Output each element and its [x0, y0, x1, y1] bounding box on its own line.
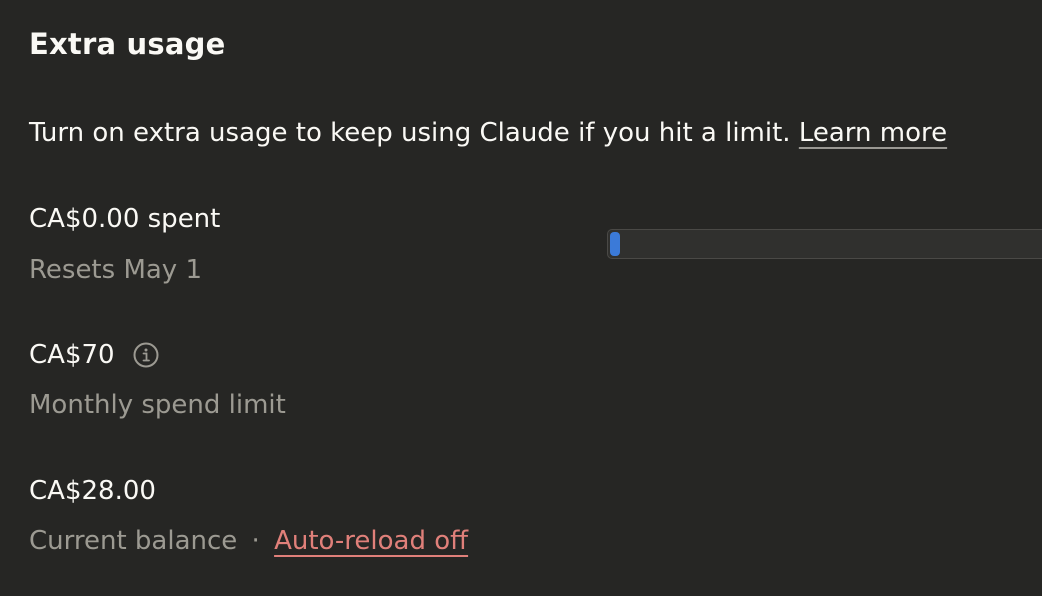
resets-date: Resets May 1 — [29, 255, 202, 285]
usage-progress-fill — [610, 232, 620, 256]
section-title: Extra usage — [29, 27, 226, 61]
learn-more-link[interactable]: Learn more — [799, 118, 947, 148]
balance-label-row: Current balance · Auto-reload off — [29, 523, 468, 559]
usage-progress-bar — [607, 229, 1042, 259]
balance-label: Current balance — [29, 526, 238, 556]
spent-amount: CA$0.00 spent — [29, 204, 221, 234]
separator-dot: · — [251, 526, 260, 556]
balance-amount: CA$28.00 — [29, 476, 156, 506]
section-description: Turn on extra usage to keep using Claude… — [29, 114, 947, 152]
spend-limit-row: CA$70 — [29, 337, 159, 373]
description-text: Turn on extra usage to keep using Claude… — [29, 118, 791, 148]
extra-usage-section: Extra usage Turn on extra usage to keep … — [0, 0, 1042, 596]
spend-limit-amount: CA$70 — [29, 340, 115, 370]
info-icon[interactable] — [133, 342, 159, 368]
spend-limit-label: Monthly spend limit — [29, 390, 286, 420]
auto-reload-link[interactable]: Auto-reload off — [274, 526, 468, 556]
